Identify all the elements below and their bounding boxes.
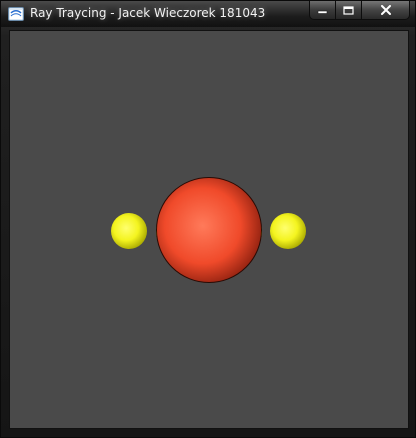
close-button[interactable]	[362, 1, 410, 20]
window-app-icon[interactable]	[8, 7, 24, 21]
minimize-icon	[317, 10, 328, 14]
caption-buttons	[309, 1, 410, 20]
app-window: Ray Traycing - Jacek Wieczorek 181043	[0, 0, 416, 438]
left-yellow-sphere	[111, 213, 147, 249]
maximize-button[interactable]	[336, 1, 362, 20]
ray-traced-scene	[111, 177, 306, 283]
render-canvas[interactable]	[9, 30, 409, 429]
window-title: Ray Traycing - Jacek Wieczorek 181043	[30, 6, 266, 20]
minimize-button[interactable]	[309, 1, 336, 20]
close-icon	[380, 5, 391, 15]
maximize-icon	[343, 5, 354, 15]
right-yellow-sphere	[270, 213, 306, 249]
center-red-sphere	[156, 177, 262, 283]
title-bar[interactable]: Ray Traycing - Jacek Wieczorek 181043	[1, 1, 415, 27]
